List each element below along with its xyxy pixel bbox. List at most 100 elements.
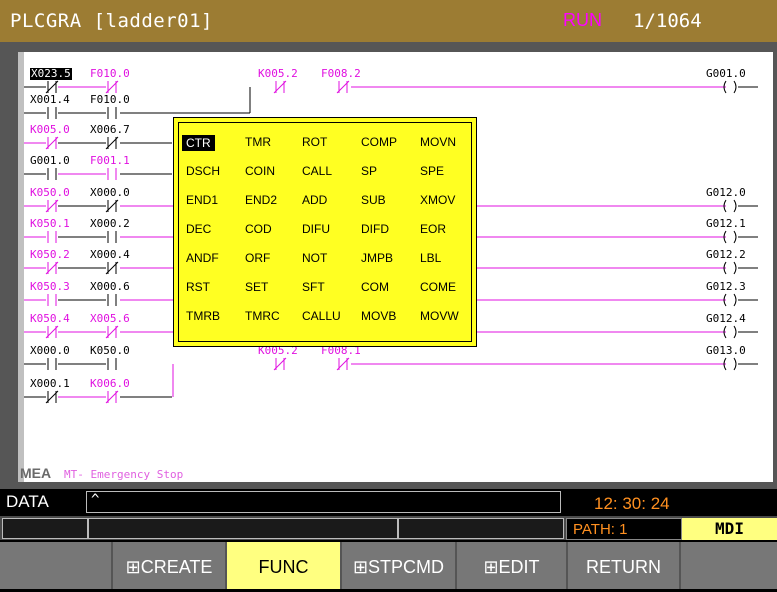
- function-menu-item-com[interactable]: COM: [361, 280, 389, 294]
- contact-label[interactable]: K050.4: [30, 313, 70, 325]
- function-menu-item-call[interactable]: CALL: [302, 164, 332, 178]
- coil-label[interactable]: G012.1: [706, 218, 746, 230]
- message-code: MEA: [20, 465, 52, 481]
- coil-label[interactable]: G012.0: [706, 187, 746, 199]
- function-menu-item-rst[interactable]: RST: [186, 280, 210, 294]
- contact-label[interactable]: X000.0: [30, 345, 70, 357]
- page-indicator: 1/1064: [633, 10, 702, 32]
- softkey-func[interactable]: FUNC: [227, 542, 342, 589]
- contact-label[interactable]: G001.0: [30, 155, 70, 167]
- function-menu-item-tmrc[interactable]: TMRC: [245, 309, 280, 323]
- contact-label[interactable]: K050.0: [30, 187, 70, 199]
- run-status: RUN: [563, 10, 602, 30]
- status-slot-3: [398, 518, 564, 539]
- status-slot-2: [88, 518, 398, 539]
- contact-symbol: [45, 325, 59, 339]
- function-menu-item-lbl[interactable]: LBL: [420, 251, 441, 265]
- function-menu-item-xmov[interactable]: XMOV: [420, 193, 455, 207]
- function-menu-item-movw[interactable]: MOVW: [420, 309, 459, 323]
- contact-symbol: [107, 231, 117, 243]
- contact-label[interactable]: K050.2: [30, 249, 70, 261]
- function-menu-item-movn[interactable]: MOVN: [420, 135, 456, 149]
- function-menu-item-set[interactable]: SET: [245, 280, 268, 294]
- contact-label[interactable]: K050.1: [30, 218, 70, 230]
- function-menu-item-ctr[interactable]: CTR: [182, 135, 215, 151]
- contact-symbol: [105, 136, 119, 150]
- path-indicator: PATH: 1: [566, 518, 682, 540]
- contact-symbol: [336, 80, 350, 94]
- contact-label[interactable]: X000.1: [30, 378, 70, 390]
- function-menu-item-callu[interactable]: CALLU: [302, 309, 341, 323]
- function-menu-item-sub[interactable]: SUB: [361, 193, 386, 207]
- contact-label[interactable]: X000.4: [90, 249, 130, 261]
- coil-label[interactable]: G013.0: [706, 345, 746, 357]
- function-menu-item-movb[interactable]: MOVB: [361, 309, 396, 323]
- contact-label[interactable]: X006.7: [90, 124, 130, 136]
- function-menu-item-orf[interactable]: ORF: [245, 251, 270, 265]
- function-menu-item-sft[interactable]: SFT: [302, 280, 325, 294]
- contact-label[interactable]: X001.4: [30, 94, 70, 106]
- function-menu-item-eor[interactable]: EOR: [420, 222, 446, 236]
- contact-symbol: [105, 261, 119, 275]
- contact-symbol: [45, 390, 59, 404]
- contact-symbol: [273, 80, 287, 94]
- function-menu-item-jmpb[interactable]: JMPB: [361, 251, 393, 265]
- function-menu-item-add[interactable]: ADD: [302, 193, 327, 207]
- status-slot-1: [2, 518, 88, 539]
- contact-label[interactable]: F001.1: [90, 155, 130, 167]
- contact-label[interactable]: X000.6: [90, 281, 130, 293]
- function-menu-item-coin[interactable]: COIN: [245, 164, 275, 178]
- function-menu-item-end1[interactable]: END1: [186, 193, 218, 207]
- contact-symbol: [105, 390, 119, 404]
- softkey-return[interactable]: RETURN: [568, 542, 681, 589]
- contact-symbol: [45, 261, 59, 275]
- function-menu-item-cod[interactable]: COD: [245, 222, 272, 236]
- contact-label[interactable]: K005.0: [30, 124, 70, 136]
- function-menu-item-dsch[interactable]: DSCH: [186, 164, 220, 178]
- coil-label[interactable]: G001.0: [706, 68, 746, 80]
- function-menu-item-comp[interactable]: COMP: [361, 135, 397, 149]
- contact-label[interactable]: X023.5: [30, 68, 72, 80]
- function-menu-item-end2[interactable]: END2: [245, 193, 277, 207]
- softkey-edit[interactable]: ⊞EDIT: [457, 542, 568, 589]
- softkey-1[interactable]: [0, 542, 113, 589]
- data-label: DATA: [6, 492, 49, 511]
- softkey-stpcmd[interactable]: ⊞STPCMD: [342, 542, 457, 589]
- contact-label[interactable]: K050.3: [30, 281, 70, 293]
- softkey-7[interactable]: [681, 542, 777, 589]
- data-input-field[interactable]: ^: [86, 491, 561, 513]
- function-menu-item-not[interactable]: NOT: [302, 251, 327, 265]
- function-menu-item-tmr[interactable]: TMR: [245, 135, 271, 149]
- function-menu-item-come[interactable]: COME: [420, 280, 456, 294]
- contact-label[interactable]: F008.2: [321, 68, 361, 80]
- contact-symbol: [45, 136, 59, 150]
- contact-label[interactable]: F010.0: [90, 94, 130, 106]
- function-menu-item-dec[interactable]: DEC: [186, 222, 211, 236]
- softkey-create[interactable]: ⊞CREATE: [113, 542, 227, 589]
- contact-label[interactable]: K050.0: [90, 345, 130, 357]
- contact-label[interactable]: X005.6: [90, 313, 130, 325]
- function-menu-item-andf[interactable]: ANDF: [186, 251, 219, 265]
- contact-label[interactable]: K005.2: [258, 68, 298, 80]
- coil-label[interactable]: G012.2: [706, 249, 746, 261]
- function-menu-item-rot[interactable]: ROT: [302, 135, 327, 149]
- contact-symbol: [47, 107, 57, 119]
- function-menu-popup: CTR TMR ROT COMP MOVN DSCH COIN CALL SP SPE END1 EN…: [173, 117, 477, 347]
- window-title: PLCGRA [ladder01]: [10, 10, 213, 32]
- contact-label[interactable]: F010.0: [90, 68, 130, 80]
- contact-symbol: [47, 231, 57, 243]
- function-menu-item-spe[interactable]: SPE: [420, 164, 444, 178]
- contact-symbol: [47, 358, 57, 370]
- contact-label[interactable]: K006.0: [90, 378, 130, 390]
- function-menu-item-difd[interactable]: DIFD: [361, 222, 389, 236]
- coil-label[interactable]: G012.3: [706, 281, 746, 293]
- contact-symbol: [107, 107, 117, 119]
- function-menu-item-difu[interactable]: DIFU: [302, 222, 330, 236]
- contact-label[interactable]: X000.2: [90, 218, 130, 230]
- coil-label[interactable]: G012.4: [706, 313, 746, 325]
- clock: 12: 30: 24: [594, 494, 670, 513]
- contact-label[interactable]: X000.0: [90, 187, 130, 199]
- contact-symbol: [336, 357, 350, 371]
- function-menu-item-tmrb[interactable]: TMRB: [186, 309, 220, 323]
- function-menu-item-sp[interactable]: SP: [361, 164, 377, 178]
